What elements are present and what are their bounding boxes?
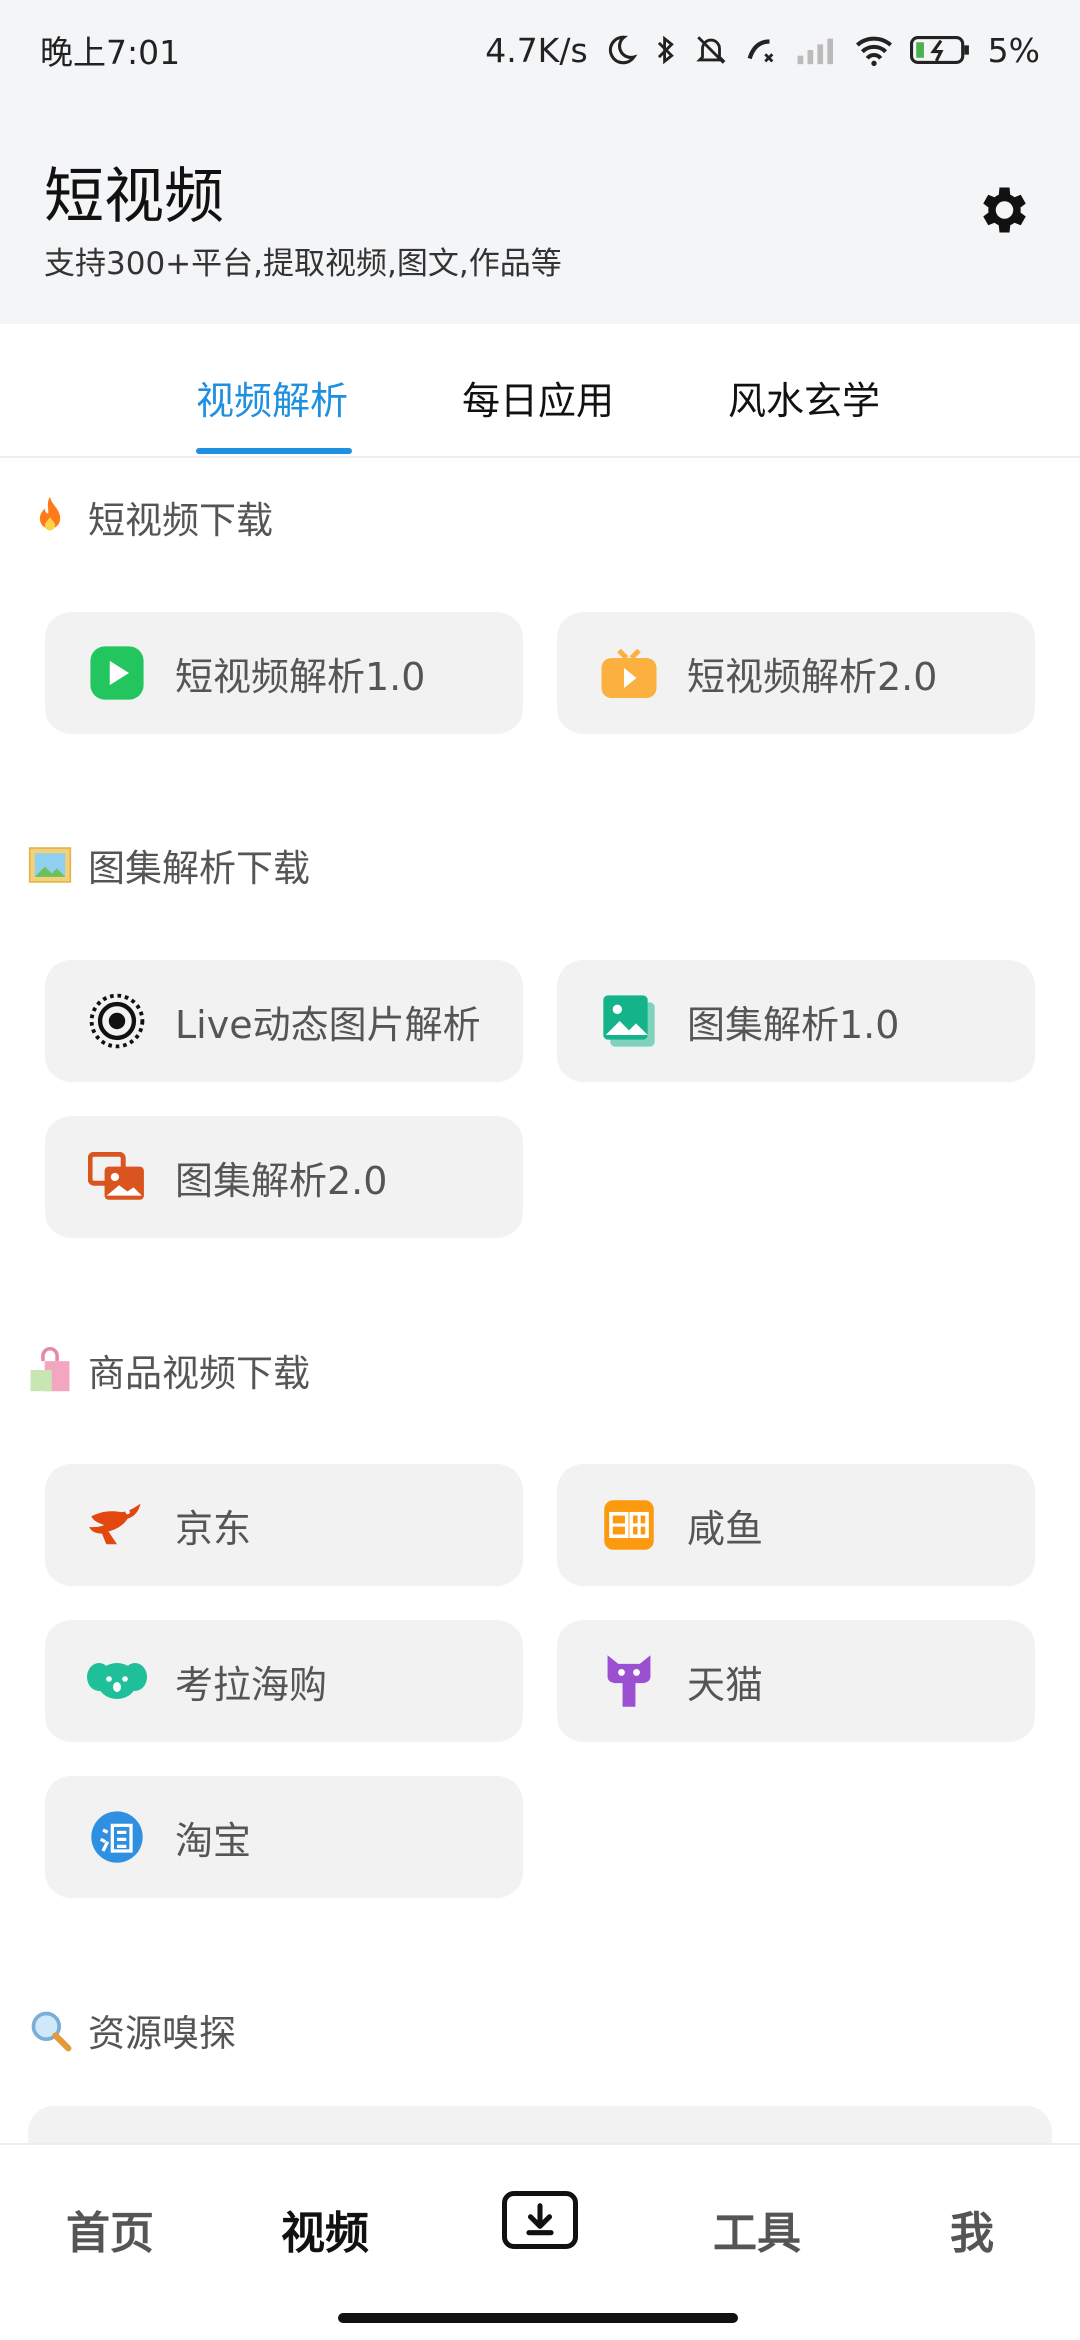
tab-daily-apps[interactable]: 每日应用	[462, 370, 614, 425]
tab-active-indicator	[196, 448, 352, 454]
card-gallery-parse-2[interactable]: 图集解析2.0	[45, 1116, 523, 1238]
kaola-icon	[87, 1651, 147, 1711]
card-label: 咸鱼	[687, 1506, 764, 1551]
card-label: 淘宝	[175, 1818, 252, 1863]
call-forward-icon	[747, 39, 773, 63]
card-taobao[interactable]: 淘宝	[45, 1776, 523, 1898]
wifi-icon	[855, 36, 892, 66]
page-subtitle: 支持300+平台,提取视频,图文,作品等	[44, 246, 562, 282]
battery-percent: 5%	[987, 30, 1040, 70]
nav-video[interactable]: 视频	[281, 2197, 369, 2261]
card-label: Live动态图片解析	[175, 1002, 481, 1047]
live-photo-icon	[87, 991, 147, 1051]
section-title-product-video: 商品视频下载	[28, 1343, 310, 1397]
status-bar: 晚上7:01 4.7K/s 5%	[0, 0, 1080, 100]
section-title-gallery: 图集解析下载	[28, 838, 310, 892]
card-label: 考拉海购	[175, 1662, 328, 1707]
card-label: 图集解析2.0	[175, 1158, 388, 1203]
bluetooth-icon	[657, 35, 674, 65]
card-gallery-parse-1[interactable]: 图集解析1.0	[557, 960, 1035, 1082]
shopping-bag-icon	[28, 1347, 72, 1392]
nav-home[interactable]: 首页	[66, 2197, 154, 2261]
card-label: 短视频解析1.0	[175, 654, 426, 699]
gallery-orange-icon	[87, 1147, 147, 1207]
status-icons: 4.7K/s 5%	[485, 31, 1040, 70]
tv-play-orange-icon	[599, 643, 659, 703]
taobao-icon	[87, 1807, 147, 1867]
nav-me[interactable]: 我	[950, 2197, 994, 2261]
network-speed: 4.7K/s	[485, 30, 588, 70]
moon-icon	[608, 35, 637, 65]
download-icon[interactable]	[502, 2191, 578, 2249]
card-label: 图集解析1.0	[687, 1002, 900, 1047]
mute-bell-icon	[695, 36, 726, 64]
status-time: 晚上7:01	[40, 33, 181, 72]
jd-icon	[87, 1495, 147, 1555]
signal-icon	[797, 38, 833, 65]
framed-picture-icon	[28, 843, 72, 887]
gallery-teal-icon	[599, 991, 659, 1051]
tab-video-parse[interactable]: 视频解析	[196, 370, 348, 425]
nav-tools[interactable]: 工具	[713, 2197, 801, 2261]
card-live-photo-parse[interactable]: Live动态图片解析	[45, 960, 523, 1082]
gear-icon[interactable]	[972, 180, 1032, 240]
card-kaola[interactable]: 考拉海购	[45, 1620, 523, 1742]
bottom-nav: 首页 视频 工具 我	[0, 2143, 1080, 2340]
play-green-icon	[87, 643, 147, 703]
battery-icon	[909, 36, 969, 64]
tmall-icon	[599, 1651, 659, 1711]
header: 短视频 支持300+平台,提取视频,图文,作品等	[0, 100, 1080, 324]
fire-icon	[28, 495, 72, 539]
card-label: 天猫	[687, 1662, 764, 1707]
magnifier-icon	[28, 2008, 72, 2052]
section-title-resource-sniff: 资源嗅探	[28, 2003, 236, 2057]
xianyu-icon	[599, 1495, 659, 1555]
tab-fengshui[interactable]: 风水玄学	[728, 370, 880, 425]
card-label: 京东	[175, 1506, 252, 1551]
card-label: 短视频解析2.0	[687, 654, 938, 699]
card-short-video-parse-1[interactable]: 短视频解析1.0	[45, 612, 523, 734]
card-short-video-parse-2[interactable]: 短视频解析2.0	[557, 612, 1035, 734]
home-indicator	[338, 2313, 738, 2323]
page-title: 短视频	[44, 162, 224, 232]
section-title-short-video: 短视频下载	[28, 490, 273, 544]
tab-bar: 视频解析 每日应用 风水玄学	[0, 324, 1080, 458]
card-tmall[interactable]: 天猫	[557, 1620, 1035, 1742]
card-xianyu[interactable]: 咸鱼	[557, 1464, 1035, 1586]
card-jd[interactable]: 京东	[45, 1464, 523, 1586]
